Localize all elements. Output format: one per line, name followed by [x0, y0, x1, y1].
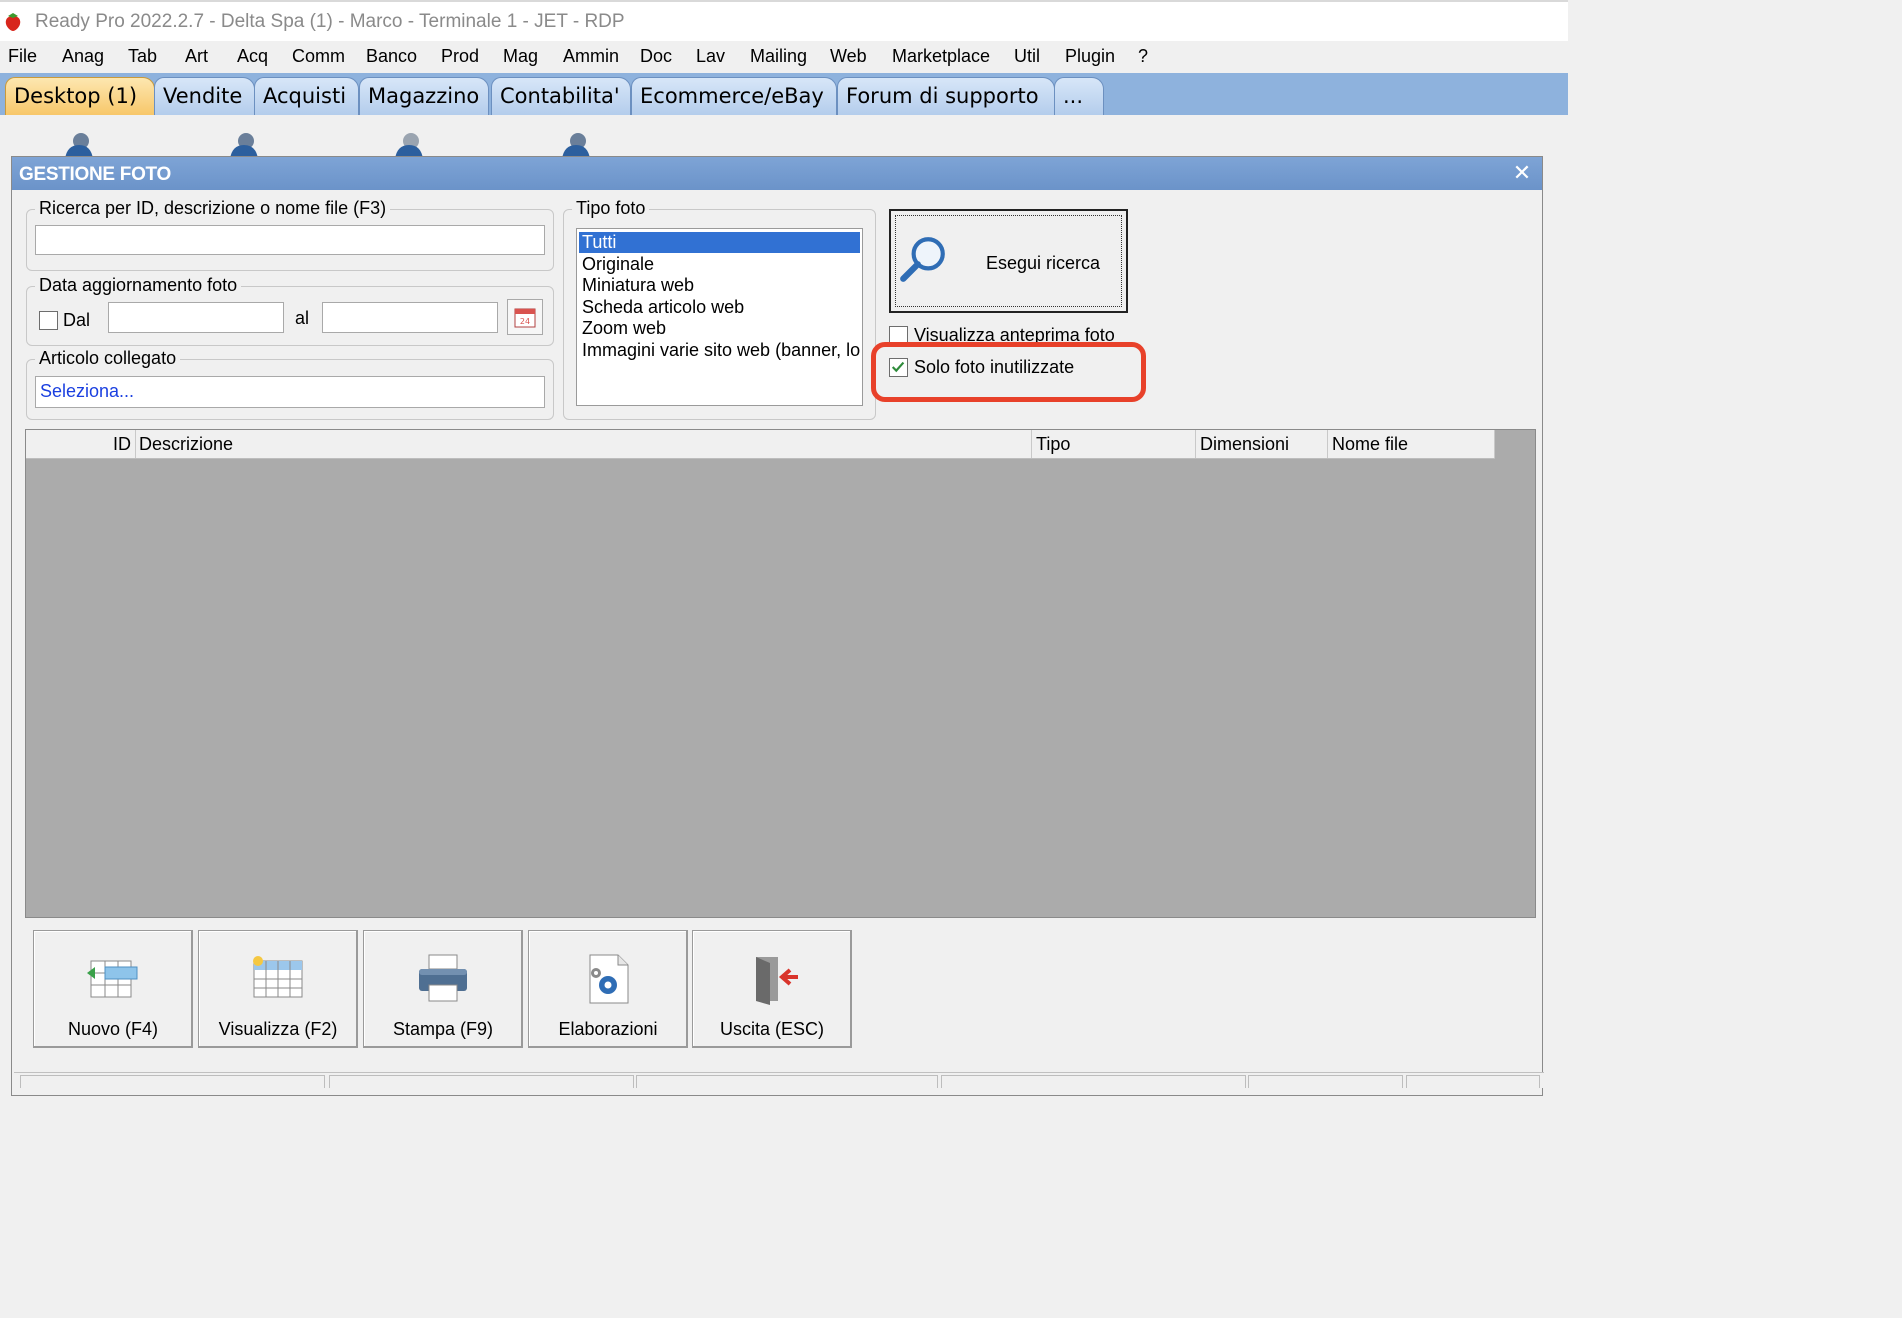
search-group-label: Ricerca per ID, descrizione o nome file … — [35, 198, 391, 219]
tab-bar: Desktop (1) Vendite Acquisti Magazzino C… — [0, 73, 1568, 115]
menu-util[interactable]: Util — [1014, 46, 1040, 67]
menu-anag[interactable]: Anag — [62, 46, 104, 67]
printer-icon — [419, 954, 467, 1002]
user-icon — [395, 133, 423, 159]
status-cell — [20, 1075, 325, 1088]
col-descrizione[interactable]: Descrizione — [136, 430, 1032, 458]
uscita-label: Uscita (ESC) — [719, 1019, 824, 1039]
articolo-select[interactable]: Seleziona... — [35, 376, 545, 408]
checkmark-icon — [891, 361, 905, 373]
elaborazioni-label: Elaborazioni — [558, 1019, 658, 1039]
gear-document-icon — [589, 954, 629, 1004]
list-item[interactable]: Tutti — [579, 232, 860, 253]
list-item[interactable]: Originale — [579, 254, 860, 275]
dialog-title: GESTIONE FOTO — [19, 164, 171, 185]
search-input[interactable] — [35, 225, 545, 255]
date-to-input[interactable] — [322, 302, 498, 333]
tab-magazzino[interactable]: Magazzino — [359, 77, 489, 115]
tab-vendite[interactable]: Vendite — [154, 77, 255, 115]
strawberry-logo-icon — [5, 13, 21, 31]
window-title: Ready Pro 2022.2.7 - Delta Spa (1) - Mar… — [35, 11, 625, 32]
menu-help[interactable]: ? — [1138, 46, 1148, 67]
menu-file[interactable]: File — [8, 46, 37, 67]
col-dimensioni[interactable]: Dimensioni — [1196, 430, 1328, 458]
tab-forum[interactable]: Forum di supporto — [837, 77, 1055, 115]
user-icon — [230, 133, 258, 159]
nuovo-label: Nuovo (F4) — [67, 1019, 159, 1039]
tab-more[interactable]: ... — [1054, 77, 1104, 115]
title-bar: Ready Pro 2022.2.7 - Delta Spa (1) - Mar… — [0, 0, 1568, 41]
tab-desktop[interactable]: Desktop (1) — [5, 77, 155, 115]
menu-comm[interactable]: Comm — [292, 46, 345, 67]
esegui-ricerca-label: Esegui ricerca — [986, 253, 1101, 273]
status-cell — [1406, 1075, 1540, 1088]
tab-contabilita[interactable]: Contabilita' — [491, 77, 631, 115]
status-cell — [1248, 1075, 1403, 1088]
status-bar — [14, 1072, 1544, 1088]
menu-art[interactable]: Art — [185, 46, 208, 67]
grid-header: ID Descrizione Tipo Dimensioni Nome file — [26, 430, 1495, 459]
solo-inutilizzate-checkbox[interactable] — [889, 358, 908, 377]
tipo-foto-label: Tipo foto — [572, 198, 650, 219]
date-group-label: Data aggiornamento foto — [35, 275, 242, 296]
menu-marketplace[interactable]: Marketplace — [892, 46, 990, 67]
anteprima-checkbox[interactable] — [889, 326, 908, 344]
menu-ammin[interactable]: Ammin — [563, 46, 619, 67]
al-label: al — [295, 308, 310, 328]
list-item[interactable]: Scheda articolo web — [579, 297, 860, 318]
articolo-group-label: Articolo collegato — [35, 348, 181, 369]
col-tipo[interactable]: Tipo — [1032, 430, 1196, 458]
user-icon — [562, 133, 590, 159]
search-icon — [900, 237, 945, 282]
tab-ecommerce[interactable]: Ecommerce/eBay — [631, 77, 837, 115]
status-cell — [636, 1075, 938, 1088]
menu-web[interactable]: Web — [830, 46, 867, 67]
menu-mag[interactable]: Mag — [503, 46, 538, 67]
status-cell — [329, 1075, 634, 1088]
menu-lav[interactable]: Lav — [696, 46, 725, 67]
status-cell — [941, 1075, 1246, 1088]
list-item[interactable]: Zoom web — [579, 318, 860, 339]
menu-mailing[interactable]: Mailing — [750, 46, 807, 67]
tipo-foto-listbox[interactable]: Tutti Originale Miniatura web Scheda art… — [576, 228, 863, 406]
tab-acquisti[interactable]: Acquisti — [254, 77, 359, 115]
visualizza-label: Visualizza (F2) — [218, 1019, 338, 1039]
list-item[interactable]: Miniatura web — [579, 275, 860, 296]
calendar-button[interactable]: 24 — [507, 299, 543, 335]
date-from-input[interactable] — [108, 302, 284, 333]
menu-acq[interactable]: Acq — [237, 46, 268, 67]
view-table-icon — [253, 956, 303, 998]
col-id[interactable]: ID — [26, 430, 136, 458]
dal-label: Dal — [63, 310, 91, 330]
menu-tab[interactable]: Tab — [128, 46, 157, 67]
nuovo-button[interactable]: Nuovo (F4) — [33, 930, 193, 1048]
solo-inutilizzate-label: Solo foto inutilizzate — [914, 357, 1075, 377]
calendar-icon: 24 — [514, 308, 536, 328]
calendar-day: 24 — [520, 317, 530, 326]
stampa-button[interactable]: Stampa (F9) — [363, 930, 523, 1048]
col-nome-file[interactable]: Nome file — [1328, 430, 1495, 458]
menu-bar: File Anag Tab Art Acq Comm Banco Prod Ma… — [0, 41, 1568, 73]
elaborazioni-button[interactable]: Elaborazioni — [528, 930, 688, 1048]
anteprima-label: Visualizza anteprima foto — [914, 325, 1115, 344]
menu-doc[interactable]: Doc — [640, 46, 672, 67]
uscita-button[interactable]: Uscita (ESC) — [692, 930, 852, 1048]
esegui-ricerca-button[interactable]: Esegui ricerca — [889, 209, 1128, 313]
anteprima-row: Visualizza anteprima foto — [886, 322, 1146, 344]
close-icon[interactable]: ✕ — [1512, 162, 1532, 184]
menu-plugin[interactable]: Plugin — [1065, 46, 1115, 67]
visualizza-button[interactable]: Visualizza (F2) — [198, 930, 358, 1048]
user-icon — [65, 133, 93, 159]
menu-prod[interactable]: Prod — [441, 46, 479, 67]
menu-banco[interactable]: Banco — [366, 46, 417, 67]
exit-door-icon — [756, 957, 798, 1005]
stampa-label: Stampa (F9) — [392, 1019, 494, 1039]
new-record-icon — [87, 960, 138, 998]
list-item[interactable]: Immagini varie sito web (banner, loghi) — [579, 340, 860, 361]
dialog-header: GESTIONE FOTO ✕ — [12, 157, 1542, 190]
dal-checkbox[interactable] — [39, 311, 58, 330]
photo-grid[interactable]: ID Descrizione Tipo Dimensioni Nome file — [25, 429, 1536, 918]
